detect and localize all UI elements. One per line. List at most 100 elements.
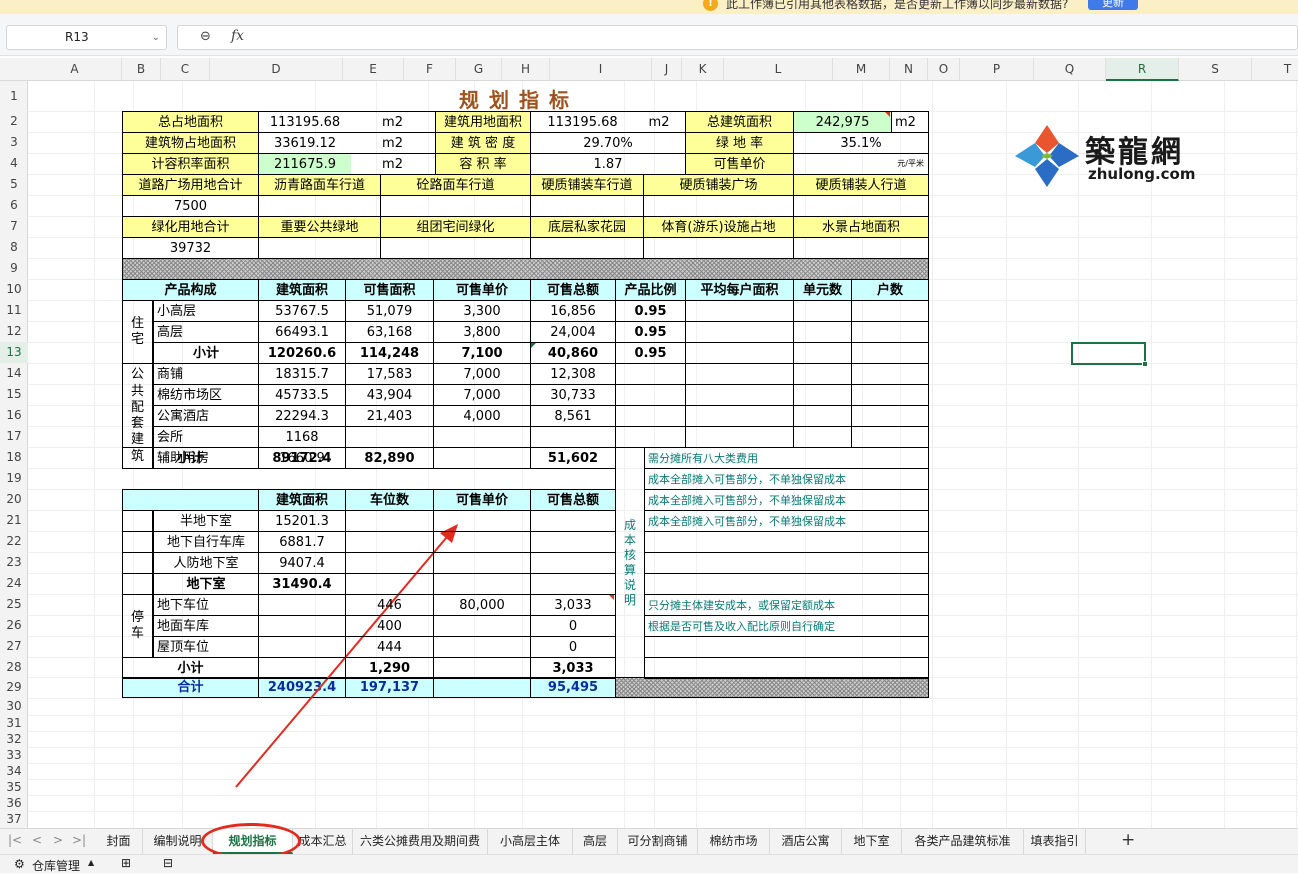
column-header-D[interactable]: D <box>210 58 343 81</box>
price-cell[interactable] <box>433 531 531 553</box>
row-header-15[interactable]: 15 <box>0 384 28 405</box>
row-header-14[interactable]: 14 <box>0 363 28 384</box>
price-cell[interactable] <box>433 426 531 448</box>
road-label[interactable]: 道路广场用地合计 <box>122 174 259 196</box>
green-label[interactable]: 水景占地面积 <box>793 216 929 238</box>
warehouse-label[interactable]: 仓库管理 <box>32 857 80 874</box>
sale-area-cell[interactable]: 63,168 <box>345 321 434 343</box>
price-cell[interactable]: 4,000 <box>433 405 531 427</box>
price-cell[interactable]: 3,300 <box>433 300 531 322</box>
row-header-27[interactable]: 27 <box>0 636 28 657</box>
cell-empty[interactable] <box>851 405 929 427</box>
price-cell[interactable] <box>433 615 531 637</box>
green-label[interactable]: 底层私家花园 <box>530 216 644 238</box>
green-label[interactable]: 重要公共绿地 <box>258 216 381 238</box>
row-header-34[interactable]: 34 <box>0 763 28 779</box>
header-cell[interactable]: 平均每户面积 <box>685 279 794 301</box>
price-cell[interactable] <box>433 573 531 595</box>
sale-area-cell[interactable]: 444 <box>345 636 434 658</box>
road-label[interactable]: 硬质铺装车行道 <box>530 174 644 196</box>
area-cell[interactable] <box>258 657 346 679</box>
total-cell[interactable] <box>530 531 616 553</box>
row-header-7[interactable]: 7 <box>0 216 28 237</box>
road-label[interactable]: 砼路面车行道 <box>380 174 531 196</box>
row-header-4[interactable]: 4 <box>0 153 28 174</box>
product-name[interactable]: 屋顶车位 <box>153 636 259 658</box>
price-cell[interactable]: 7,000 <box>433 384 531 406</box>
cell-empty[interactable] <box>685 321 794 343</box>
row-header-33[interactable]: 33 <box>0 747 28 763</box>
update-button[interactable]: 更新 <box>1088 0 1138 10</box>
gear-icon[interactable]: ⚙ <box>14 857 25 871</box>
product-name[interactable]: 地下自行车库 <box>153 531 259 553</box>
first-sheet-icon[interactable]: |< <box>8 833 22 847</box>
row-header-11[interactable]: 11 <box>0 300 28 321</box>
header-cell[interactable]: 单元数 <box>793 279 852 301</box>
cell-empty[interactable] <box>122 489 259 511</box>
cell-empty[interactable] <box>122 510 153 532</box>
row-header-37[interactable]: 37 <box>0 811 28 828</box>
sale-area-cell[interactable]: 1,290 <box>345 657 434 679</box>
area-cell[interactable] <box>258 615 346 637</box>
row-header-32[interactable]: 32 <box>0 731 28 747</box>
ratio-cell[interactable]: 0.95 <box>615 321 686 343</box>
sale-area-cell[interactable]: 21,403 <box>345 405 434 427</box>
sale-area-cell[interactable] <box>345 573 434 595</box>
column-header-E[interactable]: E <box>343 58 404 81</box>
column-header-R[interactable]: R <box>1106 58 1179 81</box>
sale-area-cell[interactable]: 43,904 <box>345 384 434 406</box>
price-cell[interactable]: 80,000 <box>433 594 531 616</box>
sale-area-cell[interactable] <box>345 531 434 553</box>
area-cell[interactable]: 9407.4 <box>258 552 346 574</box>
area-cell[interactable]: 53767.5 <box>258 300 346 322</box>
area-cell[interactable]: 6881.7 <box>258 531 346 553</box>
header-cell[interactable]: 产品比例 <box>615 279 686 301</box>
header-cell[interactable]: 户数 <box>851 279 929 301</box>
column-header-B[interactable]: B <box>122 58 161 81</box>
area-cell[interactable]: 18315.7 <box>258 363 346 385</box>
total-cell[interactable]: 3,033 <box>530 657 616 679</box>
cell-empty[interactable] <box>685 342 794 364</box>
caret-up-icon[interactable]: ▲ <box>88 858 94 867</box>
cell-empty[interactable] <box>685 384 794 406</box>
total-cell[interactable] <box>530 573 616 595</box>
price-cell[interactable] <box>433 657 531 679</box>
row-header-26[interactable]: 26 <box>0 615 28 636</box>
ratio-cell[interactable]: 0.95 <box>615 300 686 322</box>
sale-area-cell[interactable]: 446 <box>345 594 434 616</box>
row-header-16[interactable]: 16 <box>0 405 28 426</box>
product-name[interactable]: 会所 <box>153 426 259 448</box>
row-header-17[interactable]: 17 <box>0 426 28 447</box>
column-header-C[interactable]: C <box>161 58 210 81</box>
total-cell[interactable]: 24,004 <box>530 321 616 343</box>
ratio-cell[interactable] <box>615 426 686 448</box>
area-cell[interactable]: 45733.5 <box>258 384 346 406</box>
cell-empty[interactable] <box>851 426 929 448</box>
road-label[interactable]: 沥青路面车行道 <box>258 174 381 196</box>
ratio-cell[interactable] <box>615 384 686 406</box>
cell-empty[interactable] <box>793 405 852 427</box>
area-cell[interactable]: 15201.3 <box>258 510 346 532</box>
cost-note[interactable] <box>644 573 929 595</box>
product-name[interactable]: 地下室 <box>153 573 259 595</box>
cell-empty[interactable] <box>851 342 929 364</box>
sheet-tab[interactable]: 小高层主体 <box>488 829 573 854</box>
header-cell[interactable]: 车位数 <box>345 489 434 511</box>
column-header-O[interactable]: O <box>928 58 960 81</box>
cell-empty[interactable] <box>793 300 852 322</box>
row-header-1[interactable]: 1 <box>0 81 28 111</box>
row-header-18[interactable]: 18 <box>0 447 28 468</box>
layout-icon[interactable]: ⊟ <box>163 856 173 870</box>
row-header-9[interactable]: 9 <box>0 258 28 279</box>
ratio-cell[interactable] <box>615 363 686 385</box>
cell-empty[interactable] <box>851 384 929 406</box>
sale-area-cell[interactable] <box>345 552 434 574</box>
sheet-tab[interactable]: 各类产品建筑标准 <box>902 829 1024 854</box>
row-header-24[interactable]: 24 <box>0 573 28 594</box>
cell-empty[interactable] <box>793 321 852 343</box>
sale-area-cell[interactable]: 82,890 <box>345 447 434 469</box>
product-name[interactable]: 小计 <box>153 342 259 364</box>
cost-note[interactable]: 成本全部摊入可售部分，不单独保留成本 <box>644 510 929 532</box>
header-cell[interactable]: 建筑面积 <box>258 279 346 301</box>
sale-area-cell[interactable] <box>345 426 434 448</box>
